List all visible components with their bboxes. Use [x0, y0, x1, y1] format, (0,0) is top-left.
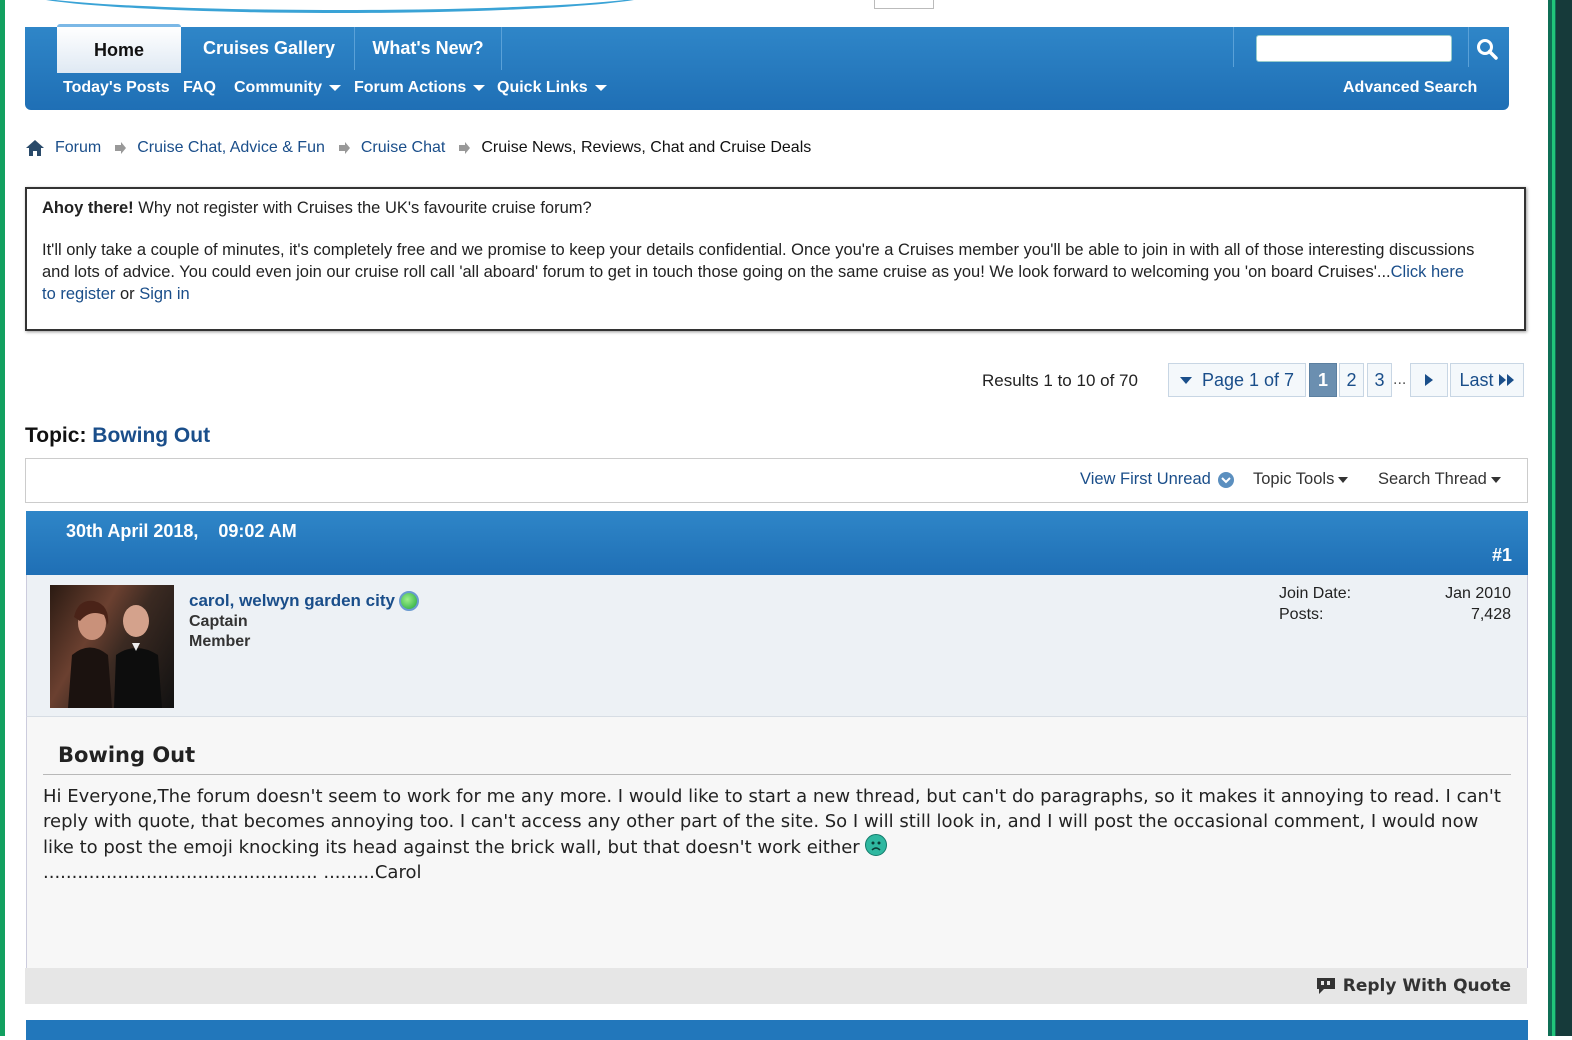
- search-button[interactable]: [1467, 32, 1507, 65]
- unread-arrow-icon: [1217, 471, 1234, 488]
- post-title-divider: [43, 774, 1511, 775]
- page-3[interactable]: 3: [1367, 363, 1392, 397]
- page-ellipsis: ...: [1393, 371, 1407, 388]
- post-signoff: ........................................…: [43, 861, 422, 883]
- post-date: 30th April 2018, 09:02 AM: [66, 521, 297, 542]
- breadcrumb-cruise-chat-advice[interactable]: Cruise Chat, Advice & Fun: [137, 139, 325, 157]
- user-rank: Captain: [189, 613, 248, 630]
- breadcrumb-arrow-icon: [459, 142, 471, 154]
- topic-title: Topic: Bowing Out: [25, 424, 210, 448]
- last-page-label: Last: [1459, 369, 1494, 390]
- subnav-community[interactable]: Community: [234, 79, 341, 97]
- avatar-photo: [68, 600, 162, 708]
- quote-bubble-icon: [1316, 978, 1335, 994]
- tab-separator: [501, 27, 502, 70]
- topic-tools-label: Topic Tools: [1253, 470, 1335, 488]
- register-headline-bold: Ahoy there!: [42, 199, 134, 217]
- header-logo-swoosh: [20, 0, 660, 13]
- window-edge-left: [0, 0, 5, 1036]
- post-body: Bowing Out Hi Everyone,The forum doesn't…: [26, 717, 1528, 968]
- register-headline-text: Why not register with Cruises the UK's f…: [133, 199, 592, 217]
- post-username-label: carol, welwyn garden city: [189, 591, 395, 610]
- results-count: Results 1 to 10 of 70: [982, 371, 1138, 390]
- view-first-unread-label: View First Unread: [1080, 470, 1211, 488]
- post-title: Bowing Out: [58, 743, 196, 767]
- topic-title-link[interactable]: Bowing Out: [92, 424, 210, 447]
- reply-with-quote-button[interactable]: Reply With Quote: [1315, 976, 1511, 996]
- post-username[interactable]: carol, welwyn garden city: [189, 591, 419, 611]
- next-page-button[interactable]: [1410, 363, 1448, 397]
- tab-home[interactable]: Home: [57, 24, 181, 73]
- search-separator: [1233, 27, 1234, 67]
- tab-cruises-gallery[interactable]: Cruises Gallery: [185, 27, 353, 70]
- breadcrumb-forum[interactable]: Forum: [55, 139, 101, 157]
- post-footer: Reply With Quote: [25, 968, 1527, 1004]
- view-first-unread-link[interactable]: View First Unread: [1080, 470, 1235, 489]
- breadcrumb-cruise-chat[interactable]: Cruise Chat: [361, 139, 445, 157]
- chevron-down-icon: [329, 85, 341, 91]
- subnav-todays-posts[interactable]: Today's Posts: [63, 79, 170, 97]
- chevron-right-icon: [1425, 374, 1433, 386]
- register-paragraph: It'll only take a couple of minutes, it'…: [42, 239, 1482, 305]
- post-number-link[interactable]: #1: [1492, 545, 1512, 566]
- subnav-quick-links[interactable]: Quick Links: [497, 79, 607, 97]
- chevron-down-icon: [594, 85, 607, 91]
- online-status-icon: [398, 591, 419, 611]
- subnav-forum-actions[interactable]: Forum Actions: [354, 79, 486, 97]
- topic-tools-menu[interactable]: Topic Tools: [1253, 470, 1349, 489]
- register-or-text: or: [115, 285, 140, 303]
- post-header: 30th April 2018, 09:02 AM #1: [26, 511, 1528, 575]
- posts-label: Posts:: [1279, 606, 1324, 623]
- post-content: Hi Everyone,The forum doesn't seem to wo…: [43, 785, 1513, 885]
- sad-face-icon: [865, 834, 888, 856]
- last-page-button[interactable]: Last: [1450, 363, 1524, 397]
- breadcrumb-current: Cruise News, Reviews, Chat and Cruise De…: [481, 139, 812, 156]
- next-post-header: [26, 1020, 1528, 1040]
- page-2[interactable]: 2: [1339, 363, 1364, 397]
- signin-link[interactable]: Sign in: [139, 285, 189, 303]
- avatar[interactable]: [50, 585, 174, 708]
- navbar: Home Cruises Gallery What's New? Today's…: [25, 24, 1509, 110]
- search-thread-menu[interactable]: Search Thread: [1378, 470, 1501, 489]
- register-notice: Ahoy there! Why not register with Cruise…: [25, 187, 1526, 331]
- breadcrumb-arrow-icon: [115, 142, 127, 154]
- page-jump-dropdown[interactable]: Page 1 of 7: [1168, 363, 1306, 397]
- breadcrumb: Forum Cruise Chat, Advice & Fun Cruise C…: [25, 136, 811, 160]
- post-time: 09:02 AM: [218, 521, 297, 541]
- header-box: [874, 0, 934, 9]
- subnav-faq[interactable]: FAQ: [183, 79, 216, 97]
- home-icon[interactable]: [25, 139, 45, 157]
- search-input[interactable]: [1256, 35, 1452, 62]
- reply-with-quote-label: Reply With Quote: [1342, 976, 1511, 996]
- post-user-info: carol, welwyn garden city Captain Member…: [26, 575, 1528, 717]
- search-thread-label: Search Thread: [1378, 470, 1487, 488]
- double-chevron-right-icon: [1498, 374, 1514, 386]
- advanced-search-link[interactable]: Advanced Search: [1343, 79, 1477, 97]
- search-icon: [1477, 38, 1498, 60]
- post-content-text: Hi Everyone,The forum doesn't seem to wo…: [43, 786, 1501, 858]
- join-date-value: Jan 2010: [1445, 585, 1511, 602]
- tab-whats-new[interactable]: What's New?: [355, 27, 501, 70]
- topic-prefix: Topic:: [25, 424, 87, 447]
- post-date-day: 30th April 2018,: [66, 521, 199, 541]
- chevron-down-icon: [1338, 476, 1349, 483]
- register-paragraph-text: It'll only take a couple of minutes, it'…: [42, 241, 1475, 281]
- chevron-down-icon: [1179, 376, 1192, 384]
- user-rank-sub: Member: [189, 633, 251, 650]
- page-1[interactable]: 1: [1309, 363, 1337, 397]
- chevron-down-icon: [473, 85, 486, 91]
- page-of-label: Page 1 of 7: [1201, 369, 1295, 390]
- register-headline: Ahoy there! Why not register with Cruise…: [42, 199, 592, 218]
- thread-tools-bar: View First Unread Topic Tools Search Thr…: [25, 458, 1528, 503]
- breadcrumb-arrow-icon: [338, 142, 350, 154]
- posts-value: 7,428: [1470, 606, 1511, 623]
- window-edge-right: [1548, 0, 1572, 1036]
- join-date-label: Join Date:: [1279, 585, 1352, 602]
- chevron-down-icon: [1490, 476, 1501, 483]
